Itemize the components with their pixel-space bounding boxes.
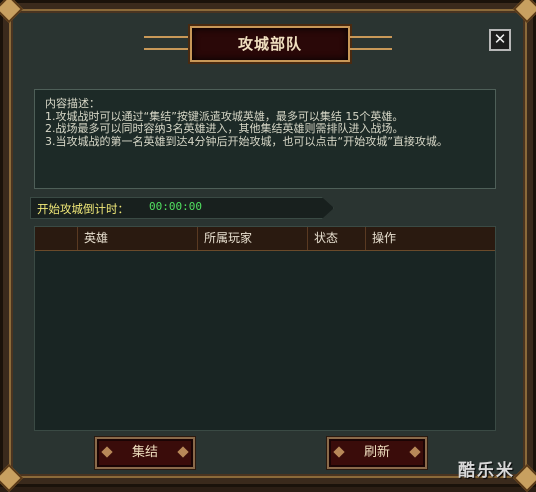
column-header-player[interactable]: 所属玩家 xyxy=(197,227,307,250)
gather-button[interactable]: 集结 xyxy=(95,437,195,469)
description-heading: 内容描述： xyxy=(45,97,100,110)
button-ornament-right xyxy=(177,446,189,458)
button-ornament-right xyxy=(409,446,421,458)
refresh-button-label: 刷新 xyxy=(363,445,390,460)
countdown-timer: 00:00:00 xyxy=(149,200,202,213)
title-ornament-left xyxy=(144,36,188,50)
button-ornament-left xyxy=(101,446,113,458)
refresh-button[interactable]: 刷新 xyxy=(327,437,427,469)
window-title: 攻城部队 xyxy=(190,26,350,62)
title-bar: 攻城部队 xyxy=(144,24,392,62)
close-icon: ✕ xyxy=(493,30,507,48)
column-header-action: 操作 xyxy=(365,227,495,250)
column-header-checkbox xyxy=(35,227,77,250)
description-panel: 内容描述： 1.攻城战时可以通过“集结”按键派遣攻城英雄，最多可以集结 15个英… xyxy=(34,89,496,189)
close-button[interactable]: ✕ xyxy=(489,29,511,51)
countdown-bar: 开始攻城倒计时： 00:00:00 xyxy=(30,197,334,219)
description-line: 3.当攻城战的第一名英雄到达4分钟后开始攻城，也可以点击“开始攻城”直接攻城。 xyxy=(45,134,448,148)
description-line: 2.战场最多可以同时容纳3名英雄进入，其他集结英雄则需排队进入战场。 xyxy=(45,122,404,135)
column-header-status[interactable]: 状态 xyxy=(307,227,365,250)
countdown-label: 开始攻城倒计时： xyxy=(37,202,129,216)
column-header-hero[interactable]: 英雄 xyxy=(77,227,197,250)
hero-table: 英雄 所属玩家 状态 操作 xyxy=(34,226,496,431)
watermark: 酷乐米 xyxy=(458,461,515,481)
title-ornament-right xyxy=(348,36,392,50)
table-header: 英雄 所属玩家 状态 操作 xyxy=(35,227,495,251)
button-ornament-left xyxy=(333,446,345,458)
gather-button-label: 集结 xyxy=(131,445,158,460)
